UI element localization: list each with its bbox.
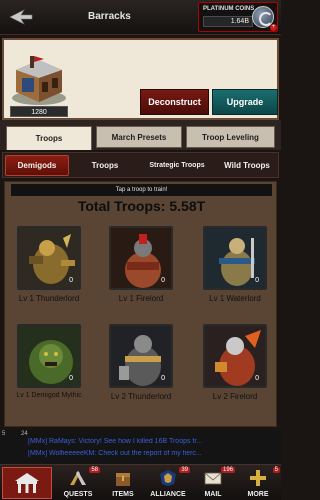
troop-name: Lv 2 Firelord bbox=[212, 392, 258, 401]
troop-count: 0 bbox=[69, 375, 73, 382]
top-bar: Barracks PLATINUM COINS 1.64B + bbox=[0, 0, 281, 35]
troop-card-thunderlord-2[interactable]: 0 bbox=[109, 324, 173, 388]
page-title: Barracks bbox=[88, 11, 131, 22]
troop-count: 0 bbox=[161, 277, 165, 284]
building-panel: 1280 Deconstruct Upgrade bbox=[2, 38, 279, 120]
chat-message[interactable]: [MMx] WolfieeeeeKM: Check out the report… bbox=[28, 450, 278, 457]
troop-name: Lv 2 Thunderlord bbox=[110, 392, 172, 401]
train-hint: Tap a troop to train! bbox=[11, 184, 272, 196]
troop-count: 0 bbox=[255, 375, 259, 382]
quests-icon bbox=[70, 471, 86, 485]
alliance-badge: 39 bbox=[179, 467, 190, 473]
troop-card-firelord-1[interactable]: 0 bbox=[109, 226, 173, 290]
troop-card-demigod-mythic-1[interactable]: 0 bbox=[17, 324, 81, 388]
castle-icon bbox=[15, 473, 39, 493]
quests-badge: 58 bbox=[89, 467, 100, 473]
troop-name: Lv 1 Demigod Mythic bbox=[16, 392, 82, 399]
sub-tabs: Demigods Troops Strategic Troops Wild Tr… bbox=[2, 152, 279, 178]
nav-label: ITEMS bbox=[112, 491, 134, 498]
troop-name: Lv 1 Waterlord bbox=[209, 294, 261, 303]
deconstruct-button[interactable]: Deconstruct bbox=[140, 89, 209, 115]
platinum-label: PLATINUM COINS bbox=[203, 6, 255, 12]
back-arrow-icon[interactable] bbox=[6, 6, 36, 28]
online-count: 5 bbox=[2, 431, 6, 437]
troop-card-firelord-2[interactable]: 0 bbox=[203, 324, 267, 388]
platinum-value: 1.64B bbox=[203, 16, 253, 27]
nav-quests[interactable]: 58 QUESTS bbox=[56, 467, 100, 499]
nav-label: MORE bbox=[247, 491, 269, 498]
troop-grid-panel: Tap a troop to train! Total Troops: 5.58… bbox=[4, 181, 277, 427]
nav-mail[interactable]: 196 MAIL bbox=[191, 467, 235, 499]
tab-strategic-troops[interactable]: Strategic Troops bbox=[141, 155, 213, 176]
tab-wild-troops[interactable]: Wild Troops bbox=[215, 155, 279, 176]
more-icon bbox=[250, 470, 266, 486]
troop-count: 0 bbox=[161, 375, 165, 382]
tab-demigods[interactable]: Demigods bbox=[5, 155, 69, 176]
troop-name: Lv 1 Thunderlord bbox=[18, 294, 80, 303]
tab-troop-leveling[interactable]: Troop Leveling bbox=[186, 126, 275, 148]
barracks-building-icon bbox=[10, 48, 68, 106]
bottom-nav: 58 QUESTS ITEMS 39 ALLIANCE 196 MAIL 5 M… bbox=[0, 464, 281, 500]
troop-card-thunderlord-1[interactable]: 0 bbox=[17, 226, 81, 290]
add-coins-icon[interactable]: + bbox=[270, 24, 277, 31]
mail-badge: 196 bbox=[220, 467, 235, 473]
tab-troops-sub[interactable]: Troops bbox=[73, 155, 137, 176]
platinum-coins-widget[interactable]: PLATINUM COINS 1.64B + bbox=[198, 2, 278, 32]
nav-label: ALLIANCE bbox=[150, 491, 186, 498]
total-troops: Total Troops: 5.58T bbox=[77, 198, 206, 214]
troop-count: 0 bbox=[255, 277, 259, 284]
chat-message[interactable]: [MMx] RaMays: Victory! See how I killed … bbox=[28, 438, 278, 445]
main-tabs: Troops March Presets Troop Leveling bbox=[0, 120, 281, 150]
chat-status: 5 24 bbox=[2, 431, 28, 437]
upgrade-button[interactable]: Upgrade bbox=[212, 89, 278, 115]
more-badge: 5 bbox=[272, 467, 280, 473]
home-button[interactable] bbox=[2, 467, 52, 499]
chat-bar[interactable]: 5 24 [MMx] RaMays: Victory! See how I ki… bbox=[0, 430, 281, 464]
items-icon bbox=[116, 473, 130, 486]
nav-label: QUESTS bbox=[63, 491, 93, 498]
nav-label: MAIL bbox=[204, 491, 222, 498]
mail-icon bbox=[204, 472, 222, 485]
troop-card-waterlord-1[interactable]: 0 bbox=[203, 226, 267, 290]
nav-items[interactable]: ITEMS bbox=[101, 467, 145, 499]
message-count: 24 bbox=[21, 431, 28, 437]
alliance-icon bbox=[160, 470, 176, 486]
troop-count: 0 bbox=[69, 277, 73, 284]
nav-alliance[interactable]: 39 ALLIANCE bbox=[146, 467, 190, 499]
troop-name: Lv 1 Firelord bbox=[118, 294, 164, 303]
tab-march-presets[interactable]: March Presets bbox=[96, 126, 182, 148]
tab-troops[interactable]: Troops bbox=[6, 126, 92, 150]
building-level: 1280 bbox=[10, 106, 68, 117]
nav-more[interactable]: 5 MORE bbox=[236, 467, 280, 499]
